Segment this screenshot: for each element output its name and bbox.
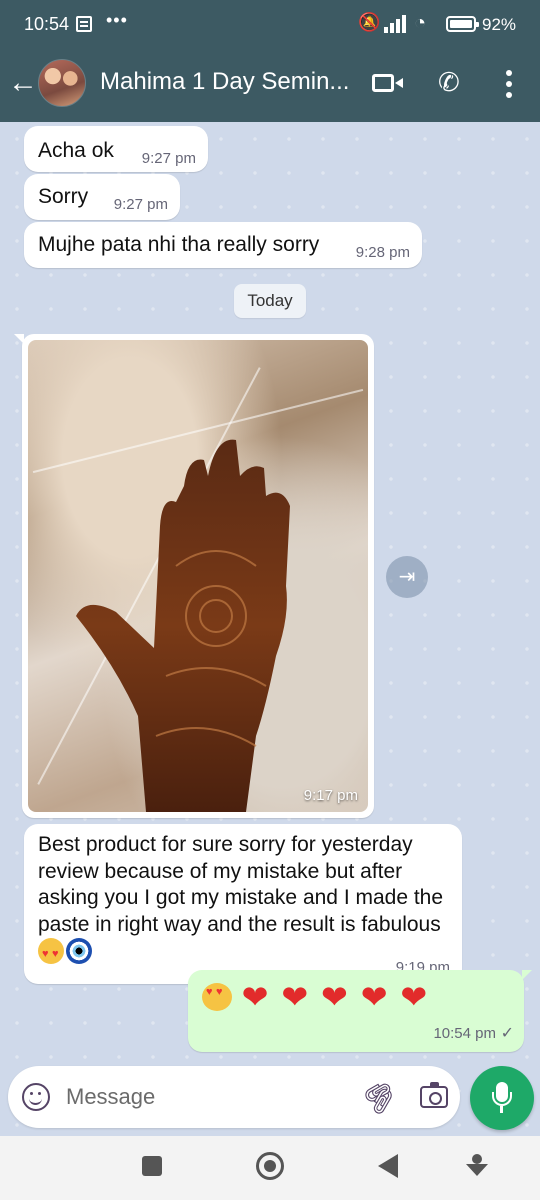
more-vertical-icon[interactable]: [506, 70, 512, 98]
outgoing-message-bubble[interactable]: ❤ ❤ ❤ ❤ ❤ 10:54 pm ✓: [188, 970, 532, 1052]
video-call-icon[interactable]: [372, 74, 394, 92]
mute-icon: 🔕: [358, 12, 381, 32]
red-heart-emoji-icon: ❤: [400, 978, 429, 1015]
recents-icon[interactable]: [142, 1156, 162, 1176]
message-time: 9:27 pm: [113, 196, 168, 213]
message-time: 9:28 pm: [355, 244, 410, 261]
heart-eyes-emoji-icon: [38, 938, 64, 968]
nazar-amulet-emoji-icon: [66, 938, 92, 964]
phone-icon[interactable]: ✆: [438, 67, 460, 98]
avatar[interactable]: [38, 59, 86, 107]
image-time: 9:17 pm: [303, 787, 358, 804]
status-time: 10:54: [24, 14, 70, 34]
single-check-icon: ✓: [500, 1025, 514, 1042]
wifi-icon: ◔: [414, 12, 427, 34]
message-time: 9:27 pm: [141, 150, 196, 167]
heart-eyes-emoji-icon: [202, 982, 232, 1011]
date-separator: Today: [234, 284, 306, 318]
system-nav-bar: [0, 1136, 540, 1200]
top-bar: 10:54 ••• 🔕 ◔ 92% ← Mahima 1 Day Semin..…: [0, 0, 540, 122]
more-notifications-icon: •••: [106, 10, 128, 30]
red-heart-emoji-icon: ❤: [241, 978, 270, 1015]
composer-bar: 🖇: [0, 1060, 540, 1136]
message-text: Sorry: [38, 185, 89, 208]
henna-hand-graphic: [76, 439, 290, 812]
emoji-icon[interactable]: [22, 1083, 50, 1111]
chat-area[interactable]: Acha ok 9:27 pm Sorry 9:27 pm Mujhe pata…: [0, 122, 540, 1132]
battery-percent: 92%: [482, 15, 517, 34]
message-bubble[interactable]: Sorry 9:27 pm: [24, 174, 180, 220]
message-bubble[interactable]: Acha ok 9:27 pm: [24, 126, 208, 172]
camera-icon[interactable]: [420, 1082, 448, 1108]
assistant-icon[interactable]: [466, 1154, 488, 1178]
back-triangle-icon[interactable]: [378, 1154, 398, 1178]
signal-icon: [384, 15, 410, 33]
message-text: Best product for sure sorry for yesterda…: [38, 833, 444, 936]
henna-hand-photo[interactable]: 9:17 pm: [28, 340, 368, 812]
paperclip-icon[interactable]: 🖇: [356, 1072, 404, 1120]
notification-icon: [76, 16, 92, 32]
chat-header: ← Mahima 1 Day Semin... ✆: [0, 50, 540, 122]
contact-name[interactable]: Mahima 1 Day Semin...: [100, 68, 356, 96]
battery-icon: [446, 16, 479, 32]
message-input[interactable]: [66, 1082, 346, 1112]
message-bubble[interactable]: Best product for sure sorry for yesterda…: [24, 824, 462, 984]
microphone-button[interactable]: [470, 1066, 534, 1130]
image-message[interactable]: 9:17 pm: [14, 334, 374, 818]
message-text: Acha ok: [38, 139, 114, 162]
red-heart-emoji-icon: ❤: [360, 978, 389, 1015]
message-text: Mujhe pata nhi tha really sorry: [38, 233, 320, 256]
message-box[interactable]: 🖇: [8, 1066, 460, 1128]
arrow-left-icon[interactable]: ←: [8, 68, 38, 98]
message-bubble[interactable]: Mujhe pata nhi tha really sorry 9:28 pm: [24, 222, 422, 268]
status-bar: 10:54 ••• 🔕 ◔ 92%: [0, 0, 540, 50]
red-heart-emoji-icon: ❤: [321, 978, 349, 1015]
forward-icon[interactable]: ⇥: [386, 556, 428, 598]
message-time: 10:54 pm: [433, 1025, 496, 1042]
red-heart-emoji-icon: ❤: [281, 978, 310, 1015]
home-icon[interactable]: [256, 1152, 284, 1180]
